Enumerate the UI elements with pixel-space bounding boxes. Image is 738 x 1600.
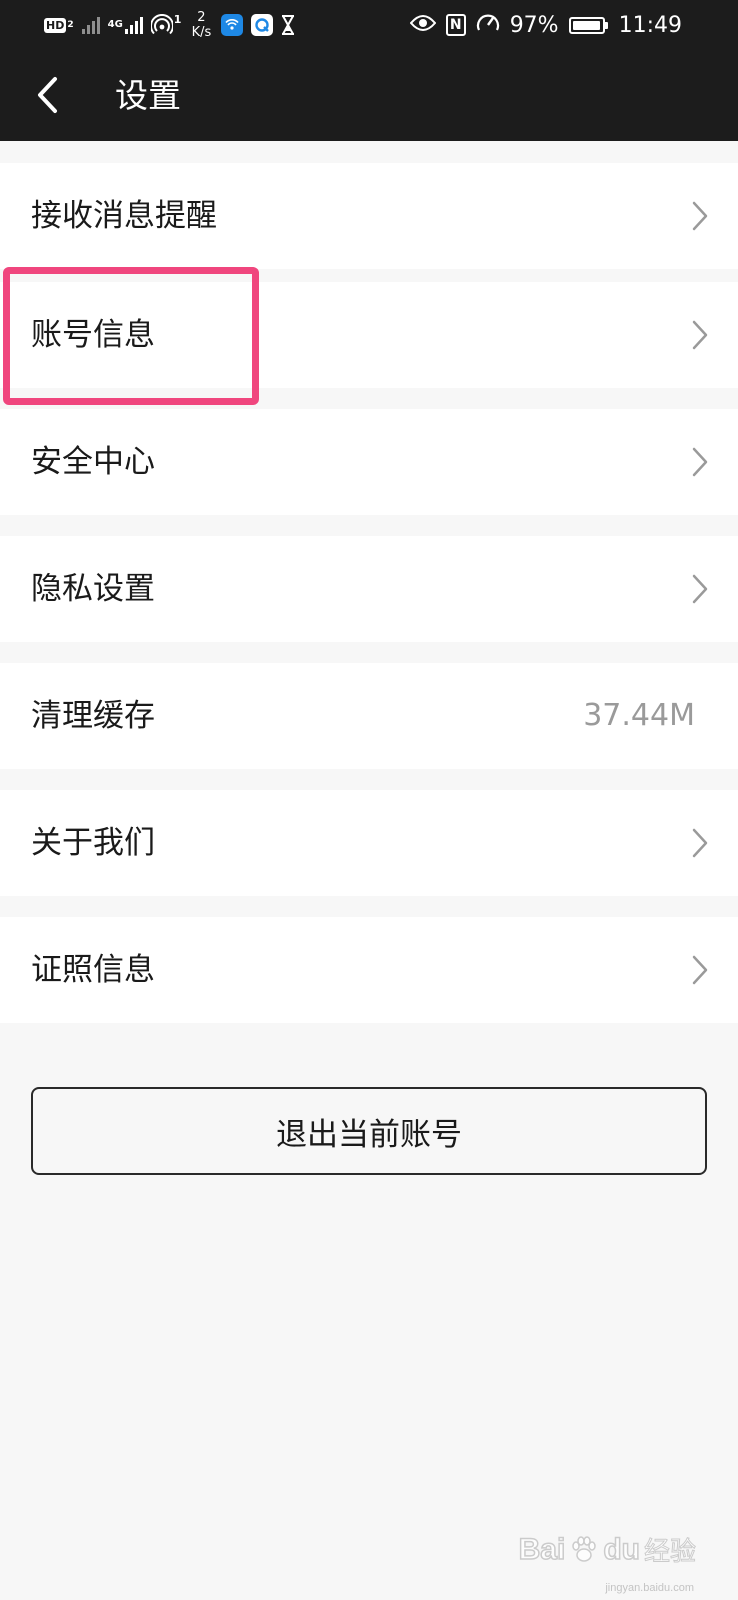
speed-value: 2	[197, 10, 206, 25]
status-time: 11:49	[618, 12, 682, 38]
hd-sub-label: 2	[67, 19, 74, 30]
chevron-right-icon	[692, 447, 708, 477]
chevron-right-icon	[692, 574, 708, 604]
settings-item-label: 证照信息	[31, 952, 155, 988]
settings-item-label: 关于我们	[31, 825, 155, 861]
chevron-right-icon	[692, 955, 708, 985]
battery-percent: 97%	[509, 12, 559, 38]
signal-4g-icon: 4G	[108, 16, 143, 34]
net-label: 4G	[107, 19, 123, 30]
hourglass-icon	[281, 15, 295, 35]
status-bar-right: N 97% 11:49	[409, 10, 682, 40]
nav-bar: 设置	[0, 50, 738, 141]
logout-button[interactable]: 退出当前账号	[31, 1087, 707, 1175]
hotspot-count: 1	[173, 13, 182, 26]
settings-item-label: 清理缓存	[31, 698, 155, 734]
settings-item-license-info[interactable]: 证照信息	[0, 917, 738, 1023]
speed-indicator: 2 K/s	[189, 10, 213, 40]
app-wifi-icon	[221, 14, 244, 36]
hd-icon: HD 2	[44, 17, 74, 33]
settings-item-account-info[interactable]: 账号信息	[0, 282, 738, 388]
settings-item-label: 账号信息	[31, 317, 155, 353]
hotspot-icon: 1	[150, 13, 182, 36]
settings-item-message-reminder[interactable]: 接收消息提醒	[0, 163, 738, 269]
chevron-right-icon	[692, 828, 708, 858]
settings-item-security-center[interactable]: 安全中心	[0, 409, 738, 515]
cache-size-value: 37.44M	[583, 698, 695, 733]
speed-unit: K/s	[191, 25, 212, 40]
eye-icon	[409, 13, 437, 38]
watermark-brand-suffix: du	[603, 1532, 641, 1567]
settings-item-clear-cache[interactable]: 清理缓存 37.44M	[0, 663, 738, 769]
settings-item-about-us[interactable]: 关于我们	[0, 790, 738, 896]
back-button[interactable]	[22, 70, 72, 120]
paw-icon	[572, 1535, 597, 1562]
app-header: HD 2 4G 1 2 K/s N 97% 11:49 设置	[0, 0, 738, 141]
page-title: 设置	[115, 76, 181, 115]
watermark-cn: 经验	[643, 1537, 696, 1568]
battery-icon	[568, 16, 608, 34]
status-bar-left: HD 2 4G 1 2 K/s	[44, 10, 295, 40]
status-bar: HD 2 4G 1 2 K/s N 97% 11:49	[0, 0, 738, 50]
chevron-right-icon	[692, 320, 708, 350]
settings-item-label: 接收消息提醒	[31, 198, 217, 234]
hd-label: HD	[44, 17, 67, 33]
watermark-brand: Bai	[518, 1532, 566, 1567]
settings-item-label: 安全中心	[31, 444, 155, 480]
watermark-url: jingyan.baidu.com	[605, 1582, 694, 1594]
hotspot-symbol	[150, 14, 173, 35]
chevron-left-icon	[38, 77, 57, 113]
battery-fill	[572, 20, 600, 30]
chevron-right-icon	[692, 201, 708, 231]
performance-icon	[476, 11, 500, 39]
app-browser-icon	[251, 14, 274, 36]
signal-no-sim-icon	[81, 16, 100, 34]
settings-item-privacy[interactable]: 隐私设置	[0, 536, 738, 642]
baidu-jingyan-watermark: Bai du 经验	[518, 1531, 697, 1568]
nfc-icon: N	[445, 14, 466, 36]
settings-item-label: 隐私设置	[31, 571, 155, 607]
nfc-label: N	[449, 17, 462, 33]
